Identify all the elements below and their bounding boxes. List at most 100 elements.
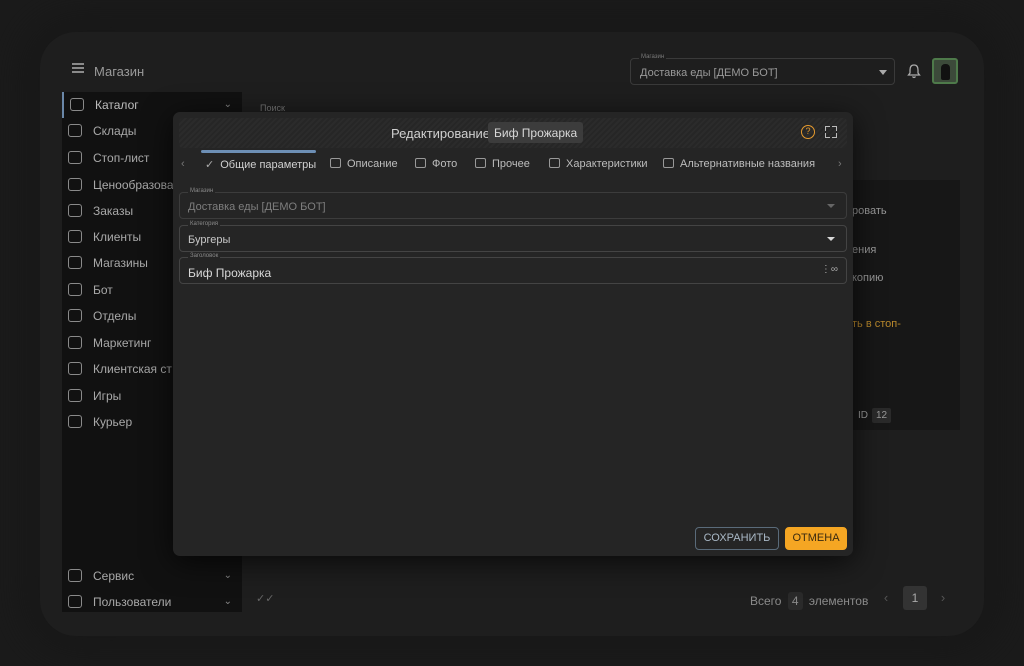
chevron-down-icon: ⌄: [223, 570, 232, 581]
fullscreen-icon[interactable]: [825, 126, 837, 138]
dialog-header: Редактирование Биф Прожарка ?: [179, 118, 847, 148]
courier-icon: [68, 415, 82, 428]
sidebar-item-label: Маркетинг: [93, 336, 152, 350]
context-menu-item[interactable]: ения: [852, 244, 876, 256]
users-icon: [68, 595, 82, 608]
sidebar-item-service[interactable]: Сервис ⌄: [62, 563, 242, 589]
tab-alt-names[interactable]: Альтернативные названия: [663, 158, 815, 170]
heading-input[interactable]: Заголовок Биф Прожарка ⋮∞: [179, 253, 847, 284]
chevron-down-icon: ⌄: [223, 99, 232, 110]
store-select[interactable]: Магазин Доставка еды [ДЕМО БОТ]: [630, 54, 895, 85]
total-label: Всего: [750, 594, 782, 608]
sidebar-item-label: Каталог: [95, 98, 139, 112]
other-icon: [475, 158, 486, 168]
departments-icon: [68, 309, 82, 322]
stores-icon: [68, 256, 82, 269]
catalog-icon: [70, 98, 84, 111]
marketing-icon: [68, 336, 82, 349]
cancel-button[interactable]: ОТМЕНА: [785, 527, 847, 550]
tab-label: Фото: [432, 158, 458, 170]
games-icon: [68, 389, 82, 402]
sidebar-item-label: Магазины: [93, 256, 148, 270]
dialog-title: Редактирование: [391, 126, 491, 141]
sidebar-item-label: Курьер: [93, 415, 133, 429]
tab-general[interactable]: ✓ Общие параметры: [205, 158, 316, 171]
photo-icon: [415, 158, 426, 168]
context-menu-item[interactable]: ровать: [852, 205, 887, 217]
stop-hand-icon: [68, 151, 82, 164]
id-badge: ID 12: [858, 408, 892, 423]
bot-icon: [68, 283, 82, 296]
sidebar-item-users[interactable]: Пользователи ⌄: [62, 589, 242, 615]
tabs-scroll-left-icon[interactable]: ‹: [181, 158, 185, 170]
sidebar-item-label: Склады: [93, 124, 137, 138]
sidebar-item-label: Стоп-лист: [93, 151, 150, 165]
chevron-down-icon: [827, 237, 835, 241]
double-check-icon: ✓✓: [256, 593, 275, 605]
tab-other[interactable]: Прочее: [475, 158, 530, 170]
category-select[interactable]: Категория Бургеры: [179, 221, 847, 252]
store-select-label: Магазин: [639, 54, 667, 60]
help-icon[interactable]: ?: [801, 125, 815, 139]
avatar[interactable]: [932, 58, 958, 84]
tab-description[interactable]: Описание: [330, 158, 398, 170]
prev-page-button[interactable]: ‹: [874, 586, 898, 610]
client-side-icon: [68, 362, 82, 375]
check-icon: ✓: [205, 159, 215, 171]
bell-icon[interactable]: [907, 63, 921, 79]
tab-label: Характеристики: [566, 158, 648, 170]
id-value: 12: [872, 408, 892, 423]
store-field-value: Доставка еды [ДЕМО БОТ]: [188, 201, 326, 213]
edit-dialog: Редактирование Биф Прожарка ? ‹ ✓ Общие п…: [173, 112, 853, 556]
total-count: 4: [787, 592, 803, 610]
sidebar-item-label: Пользователи: [93, 595, 172, 609]
store-field-label: Магазин: [188, 188, 216, 194]
sidebar-item-label: Игры: [93, 389, 122, 403]
id-label: ID: [858, 410, 868, 421]
tab-photo[interactable]: Фото: [415, 158, 457, 170]
context-menu-item[interactable]: копию: [852, 272, 883, 284]
page-number-button[interactable]: 1: [903, 586, 927, 610]
orders-icon: [68, 204, 82, 217]
description-icon: [330, 158, 341, 168]
dialog-tabs: ‹ ✓ Общие параметры Описание Фото Прочее …: [173, 150, 853, 178]
dialog-item-name: Биф Прожарка: [488, 122, 584, 143]
sidebar-item-label: Сервис: [93, 569, 135, 583]
category-field-value: Бургеры: [188, 234, 231, 246]
sidebar-item-label: Заказы: [93, 204, 134, 218]
translate-icon[interactable]: ⋮∞: [821, 264, 838, 275]
sidebar-item-label: Бот: [93, 283, 113, 297]
elements-label: элементов: [808, 594, 869, 608]
tab-label: Альтернативные названия: [680, 158, 816, 170]
tab-label: Прочее: [492, 158, 530, 170]
sidebar-item-label: Клиентская ст: [93, 362, 172, 376]
pricing-icon: [68, 178, 82, 191]
heading-field-label: Заголовок: [188, 253, 221, 259]
context-menu-bg: ровать ения копию ть в стоп-: [852, 180, 960, 430]
characteristics-icon: [549, 158, 560, 168]
store-field[interactable]: Магазин Доставка еды [ДЕМО БОТ]: [179, 188, 847, 219]
tabs-scroll-right-icon[interactable]: ›: [838, 158, 842, 170]
warehouse-icon: [68, 124, 82, 137]
save-button[interactable]: СОХРАНИТЬ: [695, 527, 779, 550]
clients-icon: [68, 230, 82, 243]
heading-field-value: Биф Прожарка: [188, 266, 272, 280]
chevron-down-icon: ⌄: [223, 596, 232, 607]
top-bar: Магазин Магазин Доставка еды [ДЕМО БОТ]: [62, 52, 962, 92]
tab-label: Описание: [347, 158, 398, 170]
tab-characteristics[interactable]: Характеристики: [549, 158, 648, 170]
sidebar-item-label: Отделы: [93, 309, 137, 323]
context-menu-item[interactable]: ть в стоп-: [852, 318, 901, 330]
active-tab-indicator: [201, 150, 316, 153]
sidebar-item-label: Клиенты: [93, 230, 142, 244]
page-title: Магазин: [94, 64, 145, 79]
chevron-down-icon: [827, 204, 835, 208]
service-icon: [68, 569, 82, 582]
category-field-label: Категория: [188, 221, 221, 227]
store-select-value: Доставка еды [ДЕМО БОТ]: [640, 67, 778, 79]
pagination-summary: Всего 4 элементов: [750, 592, 868, 610]
hamburger-menu-icon[interactable]: [72, 63, 84, 73]
next-page-button[interactable]: ›: [931, 586, 955, 610]
chevron-down-icon: [879, 70, 887, 75]
alt-names-icon: [663, 158, 674, 168]
